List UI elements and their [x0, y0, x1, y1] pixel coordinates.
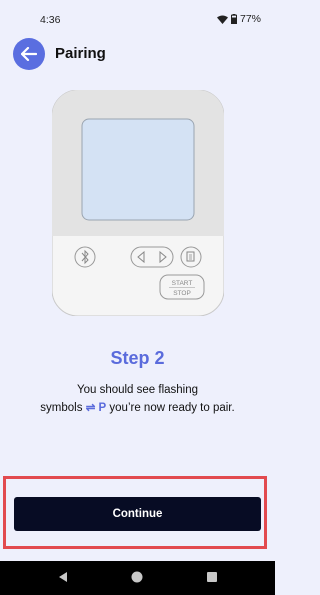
- status-bar: 4:36 77%: [0, 0, 275, 32]
- nav-recents-icon[interactable]: [205, 570, 219, 584]
- instruction-line-1: You should see flashing: [76, 384, 199, 396]
- battery-icon: [230, 14, 237, 24]
- app-header: Pairing: [0, 36, 275, 72]
- status-time: 4:36: [40, 14, 61, 26]
- continue-button[interactable]: Continue: [14, 497, 261, 531]
- battery-percent: 77%: [239, 13, 261, 25]
- stop-label: STOP: [173, 290, 191, 297]
- nav-home-icon[interactable]: [130, 570, 144, 584]
- wifi-icon: [216, 15, 228, 24]
- instruction-line-2-pre: symbols: [40, 402, 83, 414]
- back-button[interactable]: [13, 38, 45, 70]
- step-title: Step 2: [110, 348, 165, 368]
- step-instructions: You should see flashing symbols ⇌ P you’…: [0, 381, 275, 417]
- monitor-screen: [81, 118, 195, 221]
- status-icons: 77%: [216, 13, 261, 25]
- instruction-line-2-post: you’re now ready to pair.: [109, 402, 235, 414]
- nav-back-icon[interactable]: [56, 570, 70, 584]
- arrow-left-icon: [21, 47, 37, 61]
- blood-pressure-monitor-illustration: START STOP: [51, 89, 225, 317]
- flashing-symbols: ⇌ P: [85, 402, 107, 414]
- start-label: START: [172, 280, 193, 287]
- system-navigation-bar: [0, 561, 275, 595]
- page-title: Pairing: [55, 45, 106, 62]
- instruction-line-2: symbols ⇌ P you’re now ready to pair.: [0, 399, 275, 417]
